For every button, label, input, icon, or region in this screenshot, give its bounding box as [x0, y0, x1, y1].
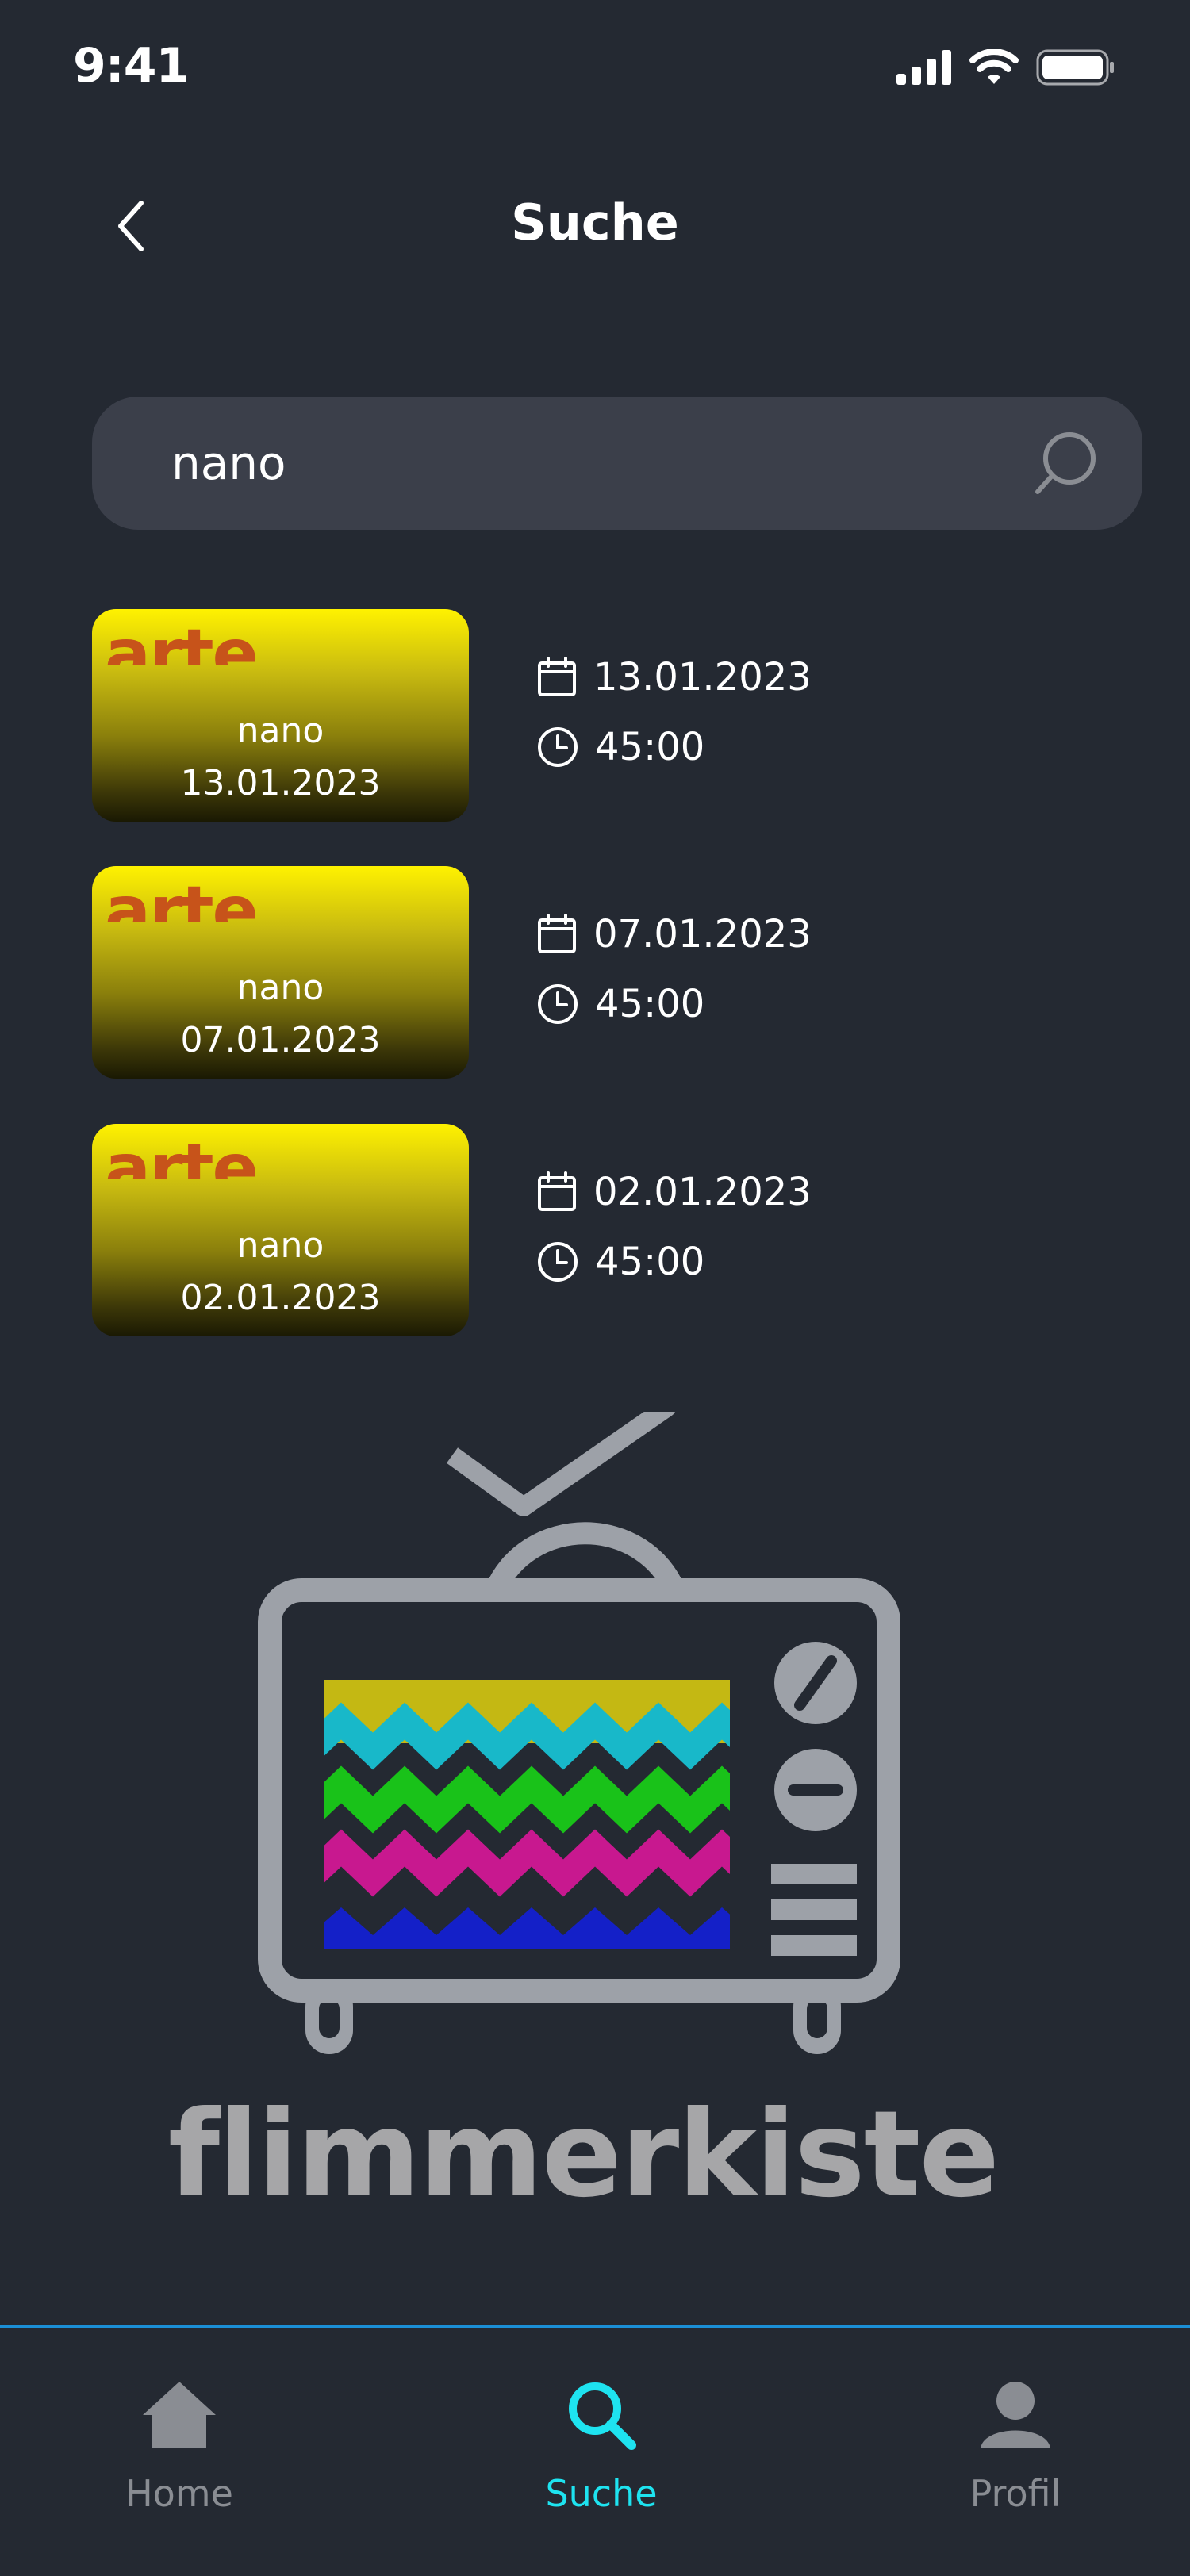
- thumbnail-title: nano: [236, 1225, 324, 1266]
- search-icon[interactable]: [1030, 428, 1101, 500]
- brand-name: flimmerkiste: [167, 2086, 1000, 2224]
- thumbnail-title: nano: [236, 711, 324, 751]
- result-date: 07.01.2023: [593, 912, 812, 956]
- user-icon: [981, 2382, 1050, 2448]
- search-icon: [569, 2382, 636, 2450]
- tab-profile-label: Profil: [969, 2472, 1061, 2515]
- status-icons: [896, 49, 1115, 86]
- tv-logo-icon: [258, 1412, 900, 2054]
- result-date: 13.01.2023: [593, 655, 812, 700]
- result-thumbnail[interactable]: arte nano 13.01.2023: [92, 609, 469, 822]
- result-item[interactable]: arte nano 13.01.2023 13.01.2023 45:00: [92, 609, 1123, 822]
- tab-profile[interactable]: Profil: [896, 2328, 1134, 2526]
- page-title: Suche: [511, 194, 679, 251]
- calendar-icon: [538, 914, 576, 953]
- home-icon: [143, 2382, 216, 2448]
- clock-icon: [538, 1242, 578, 1282]
- date-row: 02.01.2023: [536, 1170, 812, 1214]
- thumbnail-title: nano: [236, 968, 324, 1008]
- search-bar[interactable]: [92, 397, 1142, 530]
- duration-row: 45:00: [536, 982, 704, 1026]
- thumbnail-date: 07.01.2023: [180, 1020, 381, 1060]
- tab-home-label: Home: [125, 2472, 233, 2515]
- status-time: 9:41: [73, 38, 189, 94]
- tab-search-label: Suche: [545, 2472, 658, 2515]
- channel-logo: arte: [105, 620, 257, 665]
- result-duration: 45:00: [595, 725, 705, 769]
- calendar-icon: [538, 1171, 576, 1211]
- result-duration: 45:00: [595, 1240, 705, 1284]
- thumbnail-date: 02.01.2023: [180, 1278, 381, 1318]
- wifi-icon: [969, 49, 1019, 84]
- date-row: 07.01.2023: [536, 912, 812, 956]
- channel-logo: arte: [105, 1135, 257, 1179]
- tab-home[interactable]: Home: [60, 2328, 298, 2526]
- date-row: 13.01.2023: [536, 655, 812, 700]
- duration-row: 45:00: [536, 725, 704, 769]
- battery-icon: [1036, 49, 1114, 86]
- status-bar: 9:41: [0, 0, 1190, 135]
- cellular-signal-icon: [896, 50, 951, 85]
- tab-bar: Home Suche Profil: [0, 2328, 1190, 2576]
- channel-logo: arte: [105, 877, 257, 922]
- result-thumbnail[interactable]: arte nano 02.01.2023: [92, 1124, 469, 1336]
- calendar-icon: [538, 657, 576, 696]
- duration-row: 45:00: [536, 1240, 704, 1284]
- result-item[interactable]: arte nano 02.01.2023 02.01.2023 45:00: [92, 1124, 1123, 1336]
- result-duration: 45:00: [595, 982, 705, 1026]
- clock-icon: [538, 727, 578, 767]
- search-input[interactable]: [171, 397, 965, 530]
- result-date: 02.01.2023: [593, 1170, 812, 1214]
- thumbnail-date: 13.01.2023: [180, 763, 381, 803]
- tab-search[interactable]: Suche: [482, 2328, 720, 2526]
- result-thumbnail[interactable]: arte nano 07.01.2023: [92, 866, 469, 1079]
- result-item[interactable]: arte nano 07.01.2023 07.01.2023 45:00: [92, 866, 1123, 1079]
- clock-icon: [538, 984, 578, 1024]
